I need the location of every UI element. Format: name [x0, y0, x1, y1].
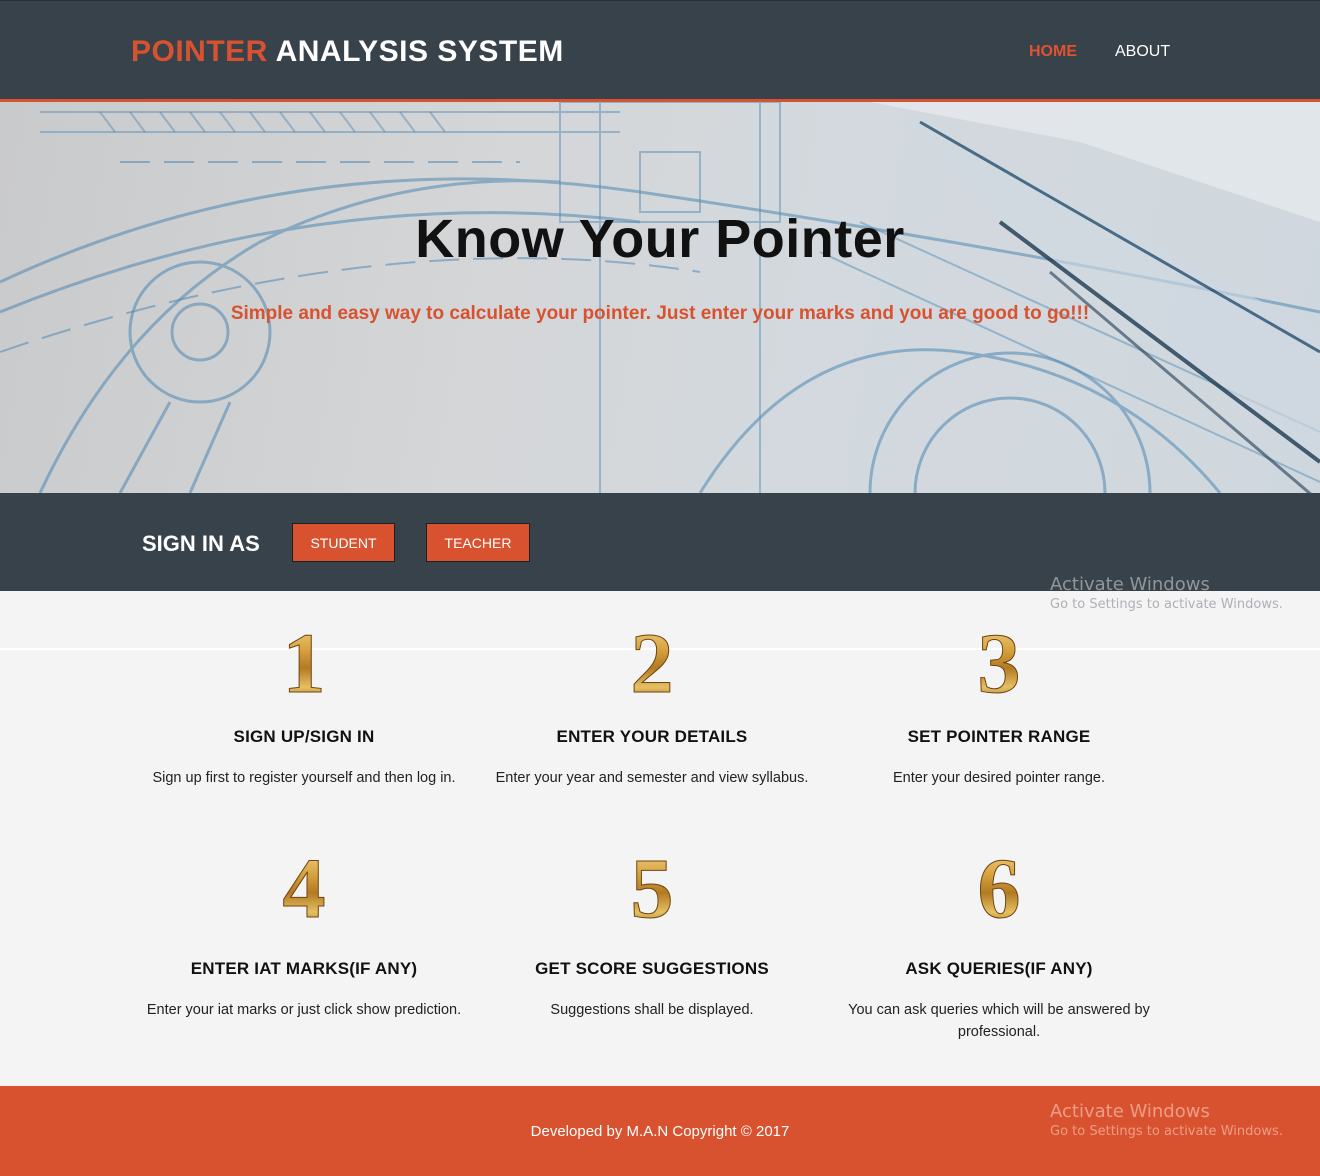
step-card: 5 GET SCORE SUGGESTIONS Suggestions shal…	[482, 845, 822, 1045]
activation-watermark: Activate Windows Go to Settings to activ…	[1050, 574, 1283, 612]
step-title: SET POINTER RANGE	[907, 727, 1091, 746]
nav-home-link[interactable]: HOME	[1029, 43, 1077, 61]
step-description: Enter your iat marks or just click show …	[146, 1002, 462, 1018]
watermark-subtitle: Go to Settings to activate Windows.	[1050, 597, 1283, 612]
step-description: Sign up first to register yourself and t…	[152, 770, 456, 786]
site-brand[interactable]: POINTER ANALYSIS SYSTEM	[131, 35, 564, 69]
watermark-title: Activate Windows	[1050, 574, 1210, 595]
step-card: 1 SIGN UP/SIGN IN Sign up first to regis…	[134, 620, 474, 800]
step-card: 2 ENTER YOUR DETAILS Enter your year and…	[482, 620, 822, 800]
nav-about-link[interactable]: ABOUT	[1115, 43, 1170, 61]
step-description: Suggestions shall be displayed.	[550, 1002, 754, 1018]
blueprint-background-image	[0, 102, 1320, 493]
step-number: 4	[283, 845, 326, 929]
number-three-icon: 3	[977, 620, 1021, 704]
step-card: 4 ENTER IAT MARKS(IF ANY) Enter your iat…	[134, 845, 474, 1045]
step-title: ASK QUERIES(IF ANY)	[905, 959, 1093, 978]
step-number: 5	[631, 845, 674, 929]
step-description: Enter your desired pointer range.	[893, 770, 1105, 786]
number-four-icon: 4	[282, 845, 326, 929]
watermark-title: Activate Windows	[1050, 1101, 1210, 1122]
brand-accent-text: POINTER	[131, 35, 268, 68]
step-card: 6 ASK QUERIES(IF ANY) You can ask querie…	[829, 845, 1169, 1045]
student-signin-button[interactable]: STUDENT	[292, 523, 395, 562]
step-title: ENTER YOUR DETAILS	[556, 727, 748, 746]
step-number: 3	[978, 620, 1021, 704]
number-one-icon: 1	[282, 620, 326, 704]
hero-subtitle: Simple and easy way to calculate your po…	[230, 303, 1090, 324]
signin-label: SIGN IN AS	[142, 531, 260, 556]
number-two-icon: 2	[630, 620, 674, 704]
step-number: 1	[283, 620, 326, 704]
hero-banner: Know Your Pointer Simple and easy way to…	[0, 102, 1320, 493]
step-title: GET SCORE SUGGESTIONS	[535, 959, 769, 978]
step-number: 2	[631, 620, 674, 704]
step-card: 3 SET POINTER RANGE Enter your desired p…	[829, 620, 1169, 800]
brand-main-text: ANALYSIS SYSTEM	[275, 35, 564, 68]
step-number: 6	[978, 845, 1021, 929]
step-description: Enter your year and semester and view sy…	[495, 770, 809, 786]
teacher-signin-button[interactable]: TEACHER	[426, 523, 530, 562]
hero-title: Know Your Pointer	[415, 209, 905, 269]
step-title: ENTER IAT MARKS(IF ANY)	[190, 959, 418, 978]
step-description: You can ask queries which will be answer…	[848, 1002, 1150, 1040]
step-title: SIGN UP/SIGN IN	[233, 727, 375, 746]
number-five-icon: 5	[630, 845, 674, 929]
number-six-icon: 6	[977, 845, 1021, 929]
watermark-subtitle: Go to Settings to activate Windows.	[1050, 1124, 1283, 1139]
activation-watermark: Activate Windows Go to Settings to activ…	[1050, 1101, 1283, 1139]
top-navbar: POINTER ANALYSIS SYSTEM HOME ABOUT	[0, 0, 1320, 99]
